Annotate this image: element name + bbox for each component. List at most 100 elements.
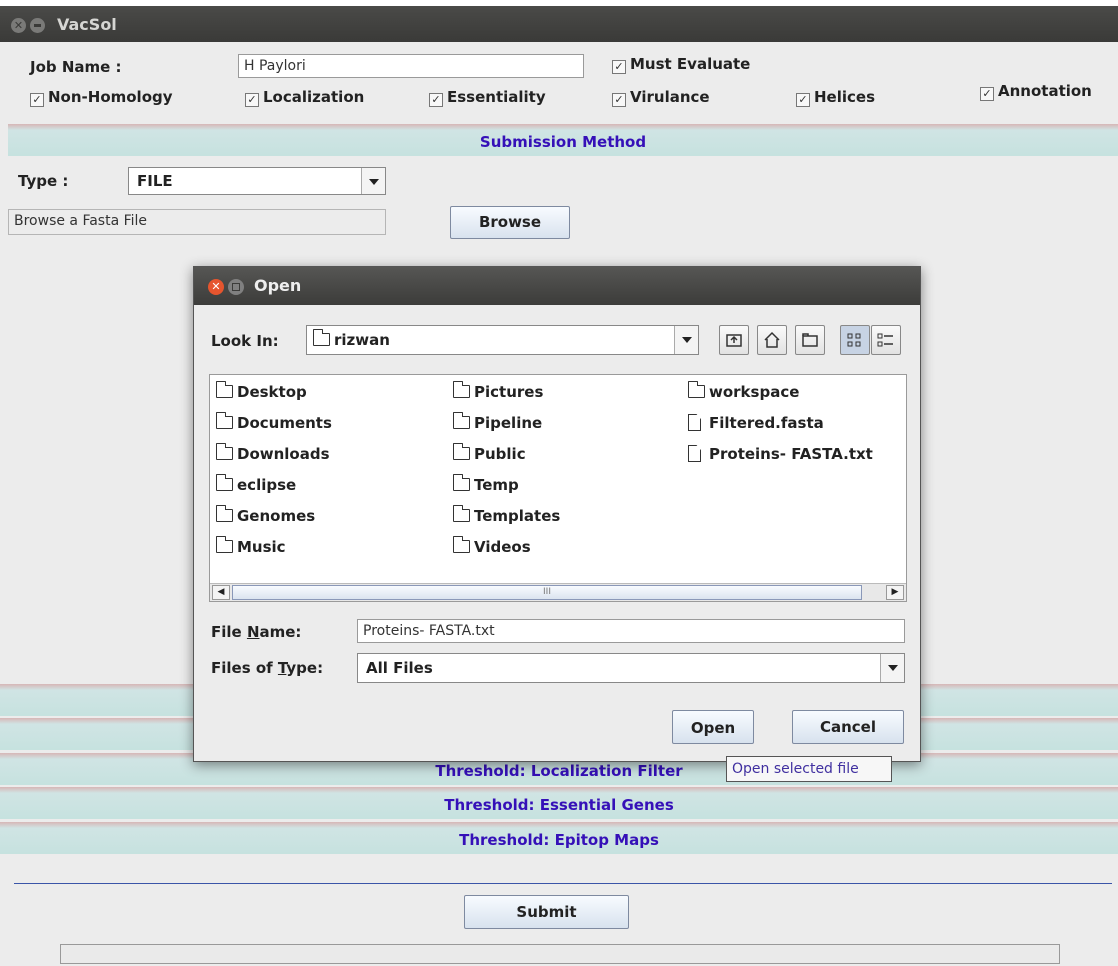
option-label: Essentiality bbox=[447, 88, 546, 106]
app-title: VacSol bbox=[57, 15, 117, 34]
maximize-icon[interactable] bbox=[228, 279, 244, 295]
file-name: Music bbox=[237, 538, 286, 556]
list-item[interactable]: Music bbox=[215, 536, 286, 556]
progress-bar bbox=[60, 944, 1060, 964]
folder-icon bbox=[215, 412, 233, 429]
must-evaluate-label: Must Evaluate bbox=[630, 55, 751, 73]
file-name: Public bbox=[474, 445, 526, 463]
file-name: Proteins- FASTA.txt bbox=[709, 445, 873, 463]
option-non-homology[interactable]: ✓ Non-Homology bbox=[30, 88, 173, 107]
folder-icon bbox=[215, 443, 233, 460]
list-item[interactable]: Genomes bbox=[215, 505, 316, 525]
folder-icon bbox=[452, 474, 470, 491]
file-icon bbox=[688, 414, 701, 431]
new-folder-icon[interactable] bbox=[795, 325, 825, 355]
look-in-select[interactable]: rizwan bbox=[306, 325, 699, 355]
file-name: Documents bbox=[237, 414, 332, 432]
option-label: Localization bbox=[263, 88, 365, 106]
list-item[interactable]: Videos bbox=[452, 536, 531, 556]
file-name: Pipeline bbox=[474, 414, 543, 432]
file-name: Temp bbox=[474, 476, 519, 494]
file-name-label: File Name: bbox=[211, 623, 302, 641]
option-label: Annotation bbox=[998, 82, 1092, 100]
list-item[interactable]: Public bbox=[452, 443, 526, 463]
fasta-file-field[interactable]: Browse a Fasta File bbox=[8, 209, 386, 235]
threshold-epitop-maps[interactable]: Threshold: Epitop Maps bbox=[0, 822, 1118, 854]
file-name: Desktop bbox=[237, 383, 307, 401]
look-in-value: rizwan bbox=[334, 331, 390, 349]
file-name: Genomes bbox=[237, 507, 316, 525]
chevron-down-icon[interactable] bbox=[361, 168, 385, 194]
folder-icon bbox=[215, 505, 233, 522]
file-name: Pictures bbox=[474, 383, 544, 401]
submit-button[interactable]: Submit bbox=[464, 895, 629, 929]
list-item[interactable]: workspace bbox=[687, 381, 799, 401]
submission-method-header: Submission Method bbox=[8, 124, 1118, 156]
job-name-input[interactable]: H Paylori bbox=[238, 54, 584, 78]
option-virulance[interactable]: ✓ Virulance bbox=[612, 88, 710, 107]
list-item[interactable]: Downloads bbox=[215, 443, 330, 463]
home-icon[interactable] bbox=[757, 325, 787, 355]
checkbox-checked-icon: ✓ bbox=[30, 93, 44, 107]
list-item[interactable]: Temp bbox=[452, 474, 519, 494]
file-name: Filtered.fasta bbox=[709, 414, 824, 432]
cancel-button[interactable]: Cancel bbox=[792, 710, 904, 744]
checkbox-checked-icon: ✓ bbox=[245, 93, 259, 107]
list-item[interactable]: Pipeline bbox=[452, 412, 543, 432]
option-label: Virulance bbox=[630, 88, 710, 106]
option-helices[interactable]: ✓ Helices bbox=[796, 88, 875, 107]
list-item[interactable]: Pictures bbox=[452, 381, 544, 401]
folder-icon bbox=[452, 381, 470, 398]
file-name: Downloads bbox=[237, 445, 330, 463]
option-essentiality[interactable]: ✓ Essentiality bbox=[429, 88, 546, 107]
list-item[interactable]: Templates bbox=[452, 505, 561, 525]
must-evaluate-checkbox[interactable]: ✓ Must Evaluate bbox=[612, 55, 750, 74]
option-localization[interactable]: ✓ Localization bbox=[245, 88, 364, 107]
file-name-input[interactable]: Proteins- FASTA.txt bbox=[357, 619, 905, 643]
file-name: Templates bbox=[474, 507, 561, 525]
option-label: Non-Homology bbox=[48, 88, 173, 106]
open-button[interactable]: Open bbox=[672, 710, 754, 744]
open-dialog: ✕ Open Look In: rizwan Desktop Documents… bbox=[193, 266, 921, 762]
checkbox-checked-icon: ✓ bbox=[796, 93, 810, 107]
checkbox-checked-icon: ✓ bbox=[429, 93, 443, 107]
dialog-titlebar: ✕ Open bbox=[194, 267, 920, 305]
list-item[interactable]: Filtered.fasta bbox=[688, 414, 824, 432]
close-icon[interactable]: ✕ bbox=[208, 279, 224, 295]
folder-icon bbox=[312, 329, 330, 346]
open-tooltip: Open selected file bbox=[726, 756, 892, 782]
files-of-type-select[interactable]: All Files bbox=[357, 653, 905, 683]
list-item[interactable]: Desktop bbox=[215, 381, 307, 401]
chevron-down-icon[interactable] bbox=[880, 654, 904, 682]
chevron-down-icon[interactable] bbox=[674, 326, 698, 354]
type-select-value: FILE bbox=[137, 172, 173, 190]
list-view-icon[interactable] bbox=[840, 325, 870, 355]
checkbox-checked-icon: ✓ bbox=[612, 60, 626, 74]
file-list[interactable]: Desktop Documents Downloads eclipse Geno… bbox=[209, 374, 907, 602]
folder-icon bbox=[215, 536, 233, 553]
look-in-label: Look In: bbox=[211, 332, 279, 350]
folder-icon bbox=[452, 536, 470, 553]
scroll-right-icon[interactable]: ▶ bbox=[886, 585, 904, 600]
list-item[interactable]: eclipse bbox=[215, 474, 296, 494]
option-annotation[interactable]: ✓ Annotation bbox=[980, 82, 1092, 101]
type-select[interactable]: FILE bbox=[128, 167, 386, 195]
up-one-level-icon[interactable] bbox=[719, 325, 749, 355]
minimize-icon[interactable] bbox=[30, 18, 45, 33]
horizontal-scrollbar[interactable]: ◀ III ▶ bbox=[210, 583, 906, 601]
list-item[interactable]: Proteins- FASTA.txt bbox=[688, 445, 873, 463]
threshold-essential-genes[interactable]: Threshold: Essential Genes bbox=[0, 787, 1118, 819]
folder-icon bbox=[687, 381, 705, 398]
scroll-left-icon[interactable]: ◀ bbox=[212, 585, 230, 600]
details-view-icon[interactable] bbox=[871, 325, 901, 355]
file-icon bbox=[688, 445, 701, 462]
list-item[interactable]: Documents bbox=[215, 412, 332, 432]
checkbox-checked-icon: ✓ bbox=[980, 87, 994, 101]
scroll-thumb[interactable]: III bbox=[232, 585, 862, 600]
close-icon[interactable]: ✕ bbox=[11, 18, 26, 33]
browse-button[interactable]: Browse bbox=[450, 206, 570, 239]
separator bbox=[14, 883, 1112, 884]
folder-icon bbox=[452, 412, 470, 429]
type-label: Type : bbox=[18, 172, 69, 190]
window-titlebar: ✕ VacSol bbox=[0, 0, 1118, 42]
